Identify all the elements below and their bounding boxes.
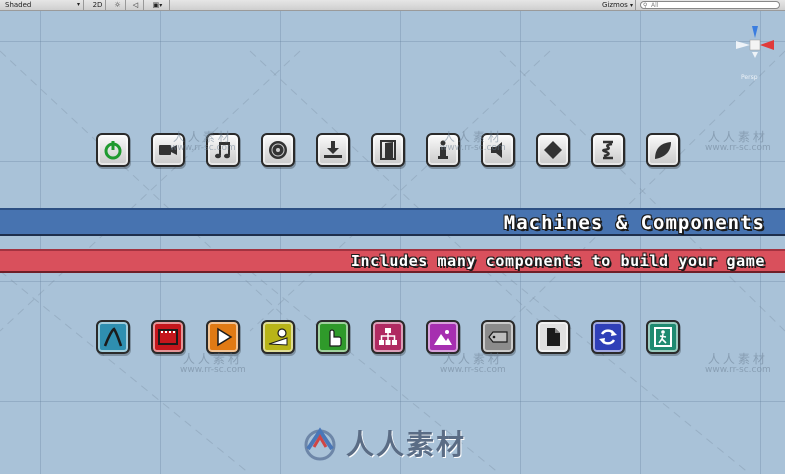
search-input[interactable]: ⚲ All — [640, 1, 780, 9]
door-icon[interactable] — [371, 133, 405, 167]
download-icon[interactable] — [316, 133, 350, 167]
ball-ramp-icon[interactable] — [261, 320, 295, 354]
image-icon[interactable] — [426, 320, 460, 354]
watermark-url: www.rr-sc.com — [705, 365, 771, 376]
shading-mode-dropdown[interactable]: Shaded ▾ — [2, 0, 84, 10]
shading-mode-label: Shaded — [5, 1, 32, 9]
watermark-text: 人人素材 www.rr-sc.com — [705, 352, 771, 376]
watermark-logo: 人人素材 — [300, 420, 466, 466]
2d-toggle-button[interactable]: 2D — [90, 0, 106, 10]
components-icon-row — [96, 320, 680, 354]
spring-icon[interactable] — [591, 133, 625, 167]
projection-label[interactable]: Persp — [741, 74, 758, 81]
chevron-down-icon: ▾ — [76, 1, 80, 8]
sawblade-icon[interactable] — [261, 133, 295, 167]
exit-icon[interactable] — [646, 320, 680, 354]
search-icon: ⚲ — [643, 2, 648, 9]
banner-title: Machines & Components — [503, 212, 765, 234]
chevron-down-icon: ▾ — [630, 2, 634, 9]
hand-pointer-icon[interactable] — [316, 320, 350, 354]
title-banner: Machines & Components — [0, 208, 785, 236]
watermark-cn-big: 人人素材 — [346, 428, 467, 461]
watermark-url: www.rr-sc.com — [180, 365, 246, 376]
watermark-text: 人人素材 www.rr-sc.com — [180, 352, 246, 376]
watermark-url: www.rr-sc.com — [440, 143, 506, 154]
scene-toolbar: Shaded ▾ 2D ☼ ◁ ▣▾ Gizmos ▾ ⚲ All — [0, 0, 785, 11]
audio-toggle-button[interactable]: ◁ — [128, 0, 144, 10]
watermark-url: www.rr-sc.com — [440, 365, 506, 376]
watermark-text: 人人素材 www.rr-sc.com — [170, 130, 236, 154]
chevron-down-icon: ▾ — [159, 2, 163, 9]
effects-dropdown-button[interactable]: ▣▾ — [146, 0, 170, 10]
watermark-text: 人人素材 www.rr-sc.com — [705, 130, 771, 154]
lighting-toggle-button[interactable]: ☼ — [110, 0, 126, 10]
watermark-text: 人人素材 www.rr-sc.com — [440, 130, 506, 154]
gizmos-label: Gizmos — [602, 1, 628, 9]
search-placeholder: All — [651, 2, 659, 9]
tag-icon[interactable] — [481, 320, 515, 354]
orientation-gizmo[interactable] — [730, 20, 780, 80]
banner-subtitle: Includes many components to build your g… — [350, 252, 765, 270]
sun-icon: ☼ — [114, 1, 121, 9]
watermark-url: www.rr-sc.com — [170, 143, 236, 154]
play-icon[interactable] — [206, 320, 240, 354]
watermark-text: 人人素材 www.rr-sc.com — [440, 352, 506, 376]
watermark-url: www.rr-sc.com — [705, 143, 771, 154]
speaker-icon: ◁ — [132, 1, 139, 9]
diamond-icon[interactable] — [536, 133, 570, 167]
film-icon[interactable] — [151, 320, 185, 354]
watermark-logo-icon — [304, 427, 336, 461]
refresh-icon[interactable] — [591, 320, 625, 354]
document-icon[interactable] — [536, 320, 570, 354]
path-icon[interactable] — [96, 320, 130, 354]
watermark-lines — [0, 50, 785, 474]
leaf-icon[interactable] — [646, 133, 680, 167]
hierarchy-icon[interactable] — [371, 320, 405, 354]
gizmos-dropdown[interactable]: Gizmos ▾ — [600, 0, 636, 10]
scene-view[interactable] — [0, 11, 785, 474]
subtitle-banner: Includes many components to build your g… — [0, 249, 785, 273]
power-icon[interactable] — [96, 133, 130, 167]
